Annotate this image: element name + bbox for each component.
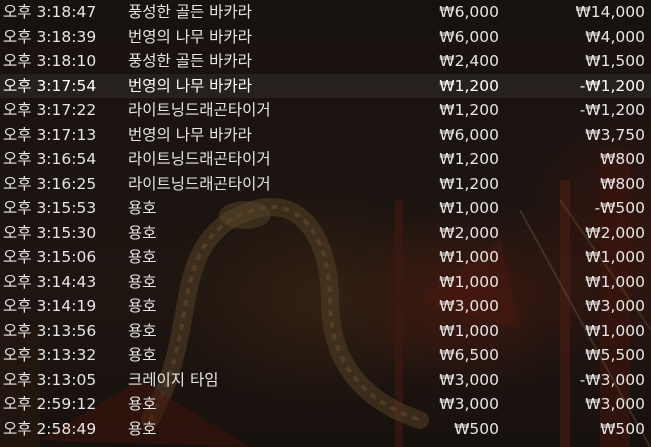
bet-cell: ₩1,000 [439,199,499,217]
game-cell: 번영의 나무 바카라 [128,27,252,46]
time-cell: 오후 3:13:05 [3,370,97,389]
history-table: 오후 3:18:47 풍성한 골든 바카라 ₩6,000 ₩14,000 오후 3:1… [0,0,651,441]
game-cell: 라이트닝드래곤타이거 [128,101,271,119]
game-cell: 용호 [128,272,157,291]
table-row[interactable]: 오후 3:13:32 용호 ₩6,500 ₩5,500 [0,343,651,368]
game-cell: 라이트닝드래곤타이거 [128,174,271,193]
game-cell: 용호 [128,419,157,438]
payout-cell: -₩1,200 [579,76,645,95]
time-cell: 오후 3:16:54 [3,150,97,168]
table-row[interactable]: 오후 2:59:12 용호 ₩3,000 ₩3,000 [0,392,651,417]
game-cell: 용호 [128,199,157,217]
bet-cell: ₩3,000 [439,395,499,413]
bet-cell: ₩3,000 [439,297,499,315]
table-row[interactable]: 오후 3:14:19 용호 ₩3,000 ₩3,000 [0,294,651,319]
time-cell: 오후 3:17:13 [3,125,97,144]
bet-history-panel: 오후 3:18:47 풍성한 골든 바카라 ₩6,000 ₩14,000 오후 3:1… [0,0,651,447]
payout-cell: ₩2,000 [585,223,645,242]
time-cell: 오후 3:15:53 [3,199,97,217]
game-cell: 라이트닝드래곤타이거 [128,150,271,168]
game-cell: 용호 [128,297,157,315]
bet-cell: ₩1,200 [439,76,499,95]
payout-cell: ₩3,000 [585,395,645,413]
game-cell: 풍성한 골든 바카라 [128,52,252,70]
table-row[interactable]: 오후 3:17:54 번영의 나무 바카라 ₩1,200 -₩1,200 [0,73,651,98]
game-cell: 번영의 나무 바카라 [128,125,252,144]
bet-cell: ₩3,000 [439,370,499,389]
bet-cell: ₩6,000 [439,27,499,46]
payout-cell: ₩800 [600,174,645,193]
table-row[interactable]: 오후 3:18:39 번영의 나무 바카라 ₩6,000 ₩4,000 [0,25,651,50]
payout-cell: ₩4,000 [585,27,645,46]
payout-cell: ₩14,000 [575,3,645,21]
bet-cell: ₩1,000 [439,248,499,266]
payout-cell: ₩800 [600,150,645,168]
payout-cell: ₩1,000 [585,272,645,291]
game-cell: 용호 [128,346,157,364]
time-cell: 오후 3:14:43 [3,272,97,291]
bet-cell: ₩2,000 [439,223,499,242]
game-cell: 용호 [128,395,157,413]
game-cell: 크레이지 타임 [128,370,219,389]
time-cell: 오후 3:13:56 [3,321,97,340]
time-cell: 오후 3:18:39 [3,27,97,46]
game-cell: 용호 [128,248,157,266]
table-row[interactable]: 오후 3:17:13 번영의 나무 바카라 ₩6,000 ₩3,750 [0,123,651,148]
game-cell: 풍성한 골든 바카라 [128,3,252,21]
table-row[interactable]: 오후 3:15:06 용호 ₩1,000 ₩1,000 [0,245,651,270]
table-row[interactable]: 오후 3:16:25 라이트닝드래곤타이거 ₩1,200 ₩800 [0,172,651,197]
time-cell: 오후 2:58:49 [3,419,97,438]
bet-cell: ₩1,200 [439,150,499,168]
payout-cell: ₩3,000 [585,297,645,315]
table-row[interactable]: 오후 3:15:53 용호 ₩1,000 -₩500 [0,196,651,221]
bet-cell: ₩2,400 [439,52,499,70]
bet-cell: ₩1,200 [439,174,499,193]
payout-cell: -₩1,200 [579,101,645,119]
table-row[interactable]: 오후 3:17:22 라이트닝드래곤타이거 ₩1,200 -₩1,200 [0,98,651,123]
table-row[interactable]: 오후 2:58:49 용호 ₩500 ₩500 [0,417,651,442]
payout-cell: ₩1,000 [585,321,645,340]
table-row[interactable]: 오후 3:18:10 풍성한 골든 바카라 ₩2,400 ₩1,500 [0,49,651,74]
table-row[interactable]: 오후 3:16:54 라이트닝드래곤타이거 ₩1,200 ₩800 [0,147,651,172]
bet-cell: ₩1,000 [439,272,499,291]
table-row[interactable]: 오후 3:14:43 용호 ₩1,000 ₩1,000 [0,270,651,295]
time-cell: 오후 3:17:54 [3,76,97,95]
time-cell: 오후 3:17:22 [3,101,97,119]
table-row[interactable]: 오후 3:13:56 용호 ₩1,000 ₩1,000 [0,319,651,344]
bet-cell: ₩1,200 [439,101,499,119]
payout-cell: -₩3,000 [579,370,645,389]
table-row[interactable]: 오후 3:13:05 크레이지 타임 ₩3,000 -₩3,000 [0,368,651,393]
time-cell: 오후 3:15:30 [3,223,97,242]
time-cell: 오후 3:14:19 [3,297,97,315]
payout-cell: ₩5,500 [585,346,645,364]
bet-cell: ₩500 [454,419,499,438]
bet-cell: ₩6,000 [439,125,499,144]
time-cell: 오후 3:18:47 [3,3,97,21]
time-cell: 오후 3:13:32 [3,346,97,364]
time-cell: 오후 3:16:25 [3,174,97,193]
bet-cell: ₩1,000 [439,321,499,340]
game-cell: 번영의 나무 바카라 [128,76,252,95]
payout-cell: -₩500 [594,199,645,217]
time-cell: 오후 3:18:10 [3,52,97,70]
bet-cell: ₩6,000 [439,3,499,21]
time-cell: 오후 2:59:12 [3,395,97,413]
table-row[interactable]: 오후 3:18:47 풍성한 골든 바카라 ₩6,000 ₩14,000 [0,0,651,25]
bet-cell: ₩6,500 [439,346,499,364]
time-cell: 오후 3:15:06 [3,248,97,266]
payout-cell: ₩1,000 [585,248,645,266]
payout-cell: ₩500 [600,419,645,438]
payout-cell: ₩3,750 [585,125,645,144]
game-cell: 용호 [128,321,157,340]
payout-cell: ₩1,500 [585,52,645,70]
game-cell: 용호 [128,223,157,242]
table-row[interactable]: 오후 3:15:30 용호 ₩2,000 ₩2,000 [0,221,651,246]
